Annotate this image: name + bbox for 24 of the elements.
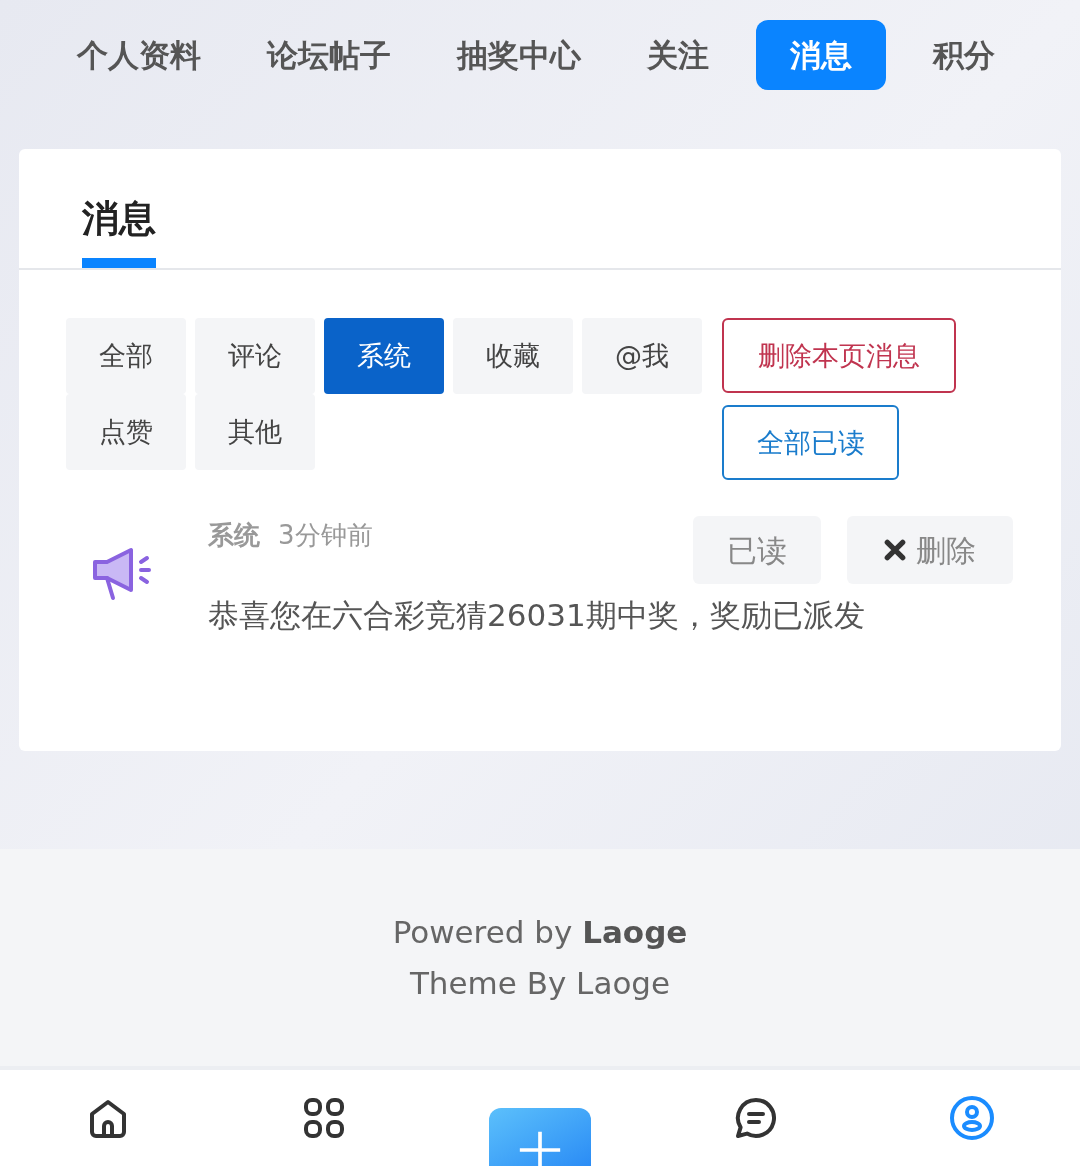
profile-tab[interactable]: 抽奖中心 [438,20,600,91]
theme-credit: Theme By Laoge [409,963,671,1003]
profile-tab[interactable]: 个人资料 [58,20,220,91]
messages-tab[interactable]: 消息 [82,190,156,269]
profile-tab[interactable]: 积分 [914,20,1014,91]
profile-tab[interactable]: 论坛帖子 [248,20,410,91]
filter-tab[interactable]: 点赞 [66,394,186,471]
close-icon [884,539,906,562]
filter-tab[interactable]: @我 [582,318,702,395]
mark-all-read-button[interactable]: 全部已读 [722,405,899,481]
filter-tab[interactable]: 其他 [195,394,315,471]
add-button[interactable] [489,1108,591,1166]
profile-tab[interactable]: 关注 [628,20,728,91]
filter-tab[interactable]: 系统 [324,318,444,395]
message-text: 恭喜您在六合彩竞猜26031期中奖，奖励已派发 [208,596,866,636]
filter-tab[interactable]: 评论 [195,318,315,395]
filter-tab[interactable]: 收藏 [453,318,573,395]
delete-page-button[interactable]: 删除本页消息 [722,318,956,394]
message-time: 3分钟前 [278,519,373,553]
message-type: 系统 [208,519,260,553]
powered-by-text: Powered by Laoge [392,913,688,953]
profile-tab[interactable]: 消息 [756,20,886,91]
user-icon[interactable] [948,1094,996,1142]
filter-tab[interactable]: 全部 [66,318,186,395]
